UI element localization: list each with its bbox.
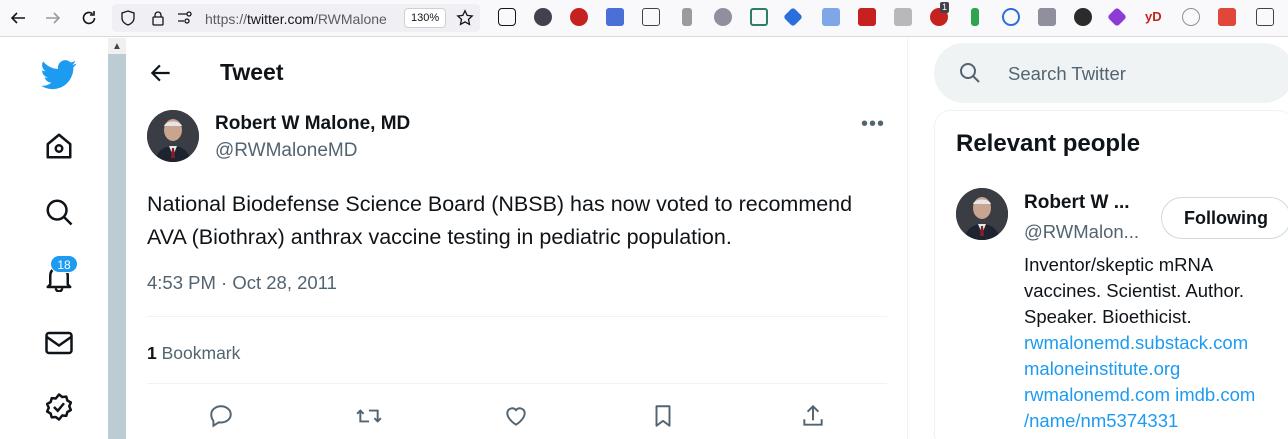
bookmark-count: 1 (147, 343, 157, 363)
play-icon[interactable] (714, 8, 732, 26)
extension-arrows-icon[interactable] (971, 8, 979, 26)
retweet-icon[interactable] (355, 402, 383, 430)
extension-dots-icon[interactable] (1074, 8, 1092, 26)
main-column: Tweet Robert W Malone, MD @RWMaloneMD ••… (126, 38, 908, 439)
scrollbar[interactable] (108, 38, 126, 439)
extension-pdf-icon[interactable] (858, 8, 876, 26)
extension-figure-icon[interactable] (682, 8, 692, 26)
more-options-icon[interactable]: ••• (861, 113, 885, 135)
extension-circle-icon[interactable] (1002, 8, 1020, 26)
relevant-people-panel: Relevant people Robert W ... @RWMalon...… (934, 110, 1288, 439)
author-name[interactable]: Robert W Malone, MD (215, 113, 410, 135)
search-box[interactable]: Search Twitter (934, 43, 1288, 103)
twitter-logo-icon[interactable] (40, 56, 78, 94)
search-icon (958, 61, 982, 85)
bio-line: Inventor/skeptic mRNA (1024, 254, 1214, 275)
ublock-icon[interactable]: 1 (930, 2, 950, 26)
bio-link[interactable]: rwmalonemd.substack.com (1024, 330, 1284, 356)
person-bio: Inventor/skeptic mRNA vaccines. Scientis… (1024, 252, 1284, 434)
panel-title: Relevant people (956, 130, 1141, 157)
bio-link[interactable]: maloneinstitute.org (1024, 356, 1284, 382)
permissions-icon[interactable] (176, 10, 194, 26)
screenshot-icon[interactable] (1218, 8, 1236, 26)
pocket-icon[interactable] (498, 8, 516, 26)
back-icon[interactable] (7, 7, 29, 29)
like-heart-icon[interactable] (502, 402, 530, 430)
left-navigation: 18 (0, 38, 108, 439)
extension-f-icon[interactable] (534, 8, 552, 26)
divider (147, 316, 887, 317)
person-name[interactable]: Robert W ... (1024, 192, 1130, 214)
divider (147, 383, 887, 384)
person-handle[interactable]: @RWMalon... (1024, 221, 1139, 243)
lock-icon[interactable] (150, 10, 166, 26)
back-arrow-icon[interactable] (148, 60, 174, 86)
bio-link[interactable]: rwmalonemd.com imdb.com (1024, 382, 1284, 408)
author-handle[interactable]: @RWMaloneMD (215, 140, 357, 162)
extension-yd-icon[interactable]: yD (1145, 9, 1162, 24)
bookmark-stats[interactable]: 1 Bookmark (147, 343, 240, 364)
tweet-text-line: AVA (Biothrax) anthrax vaccine testing i… (147, 225, 732, 249)
bio-line: Speaker. Bioethicist. (1024, 306, 1192, 327)
extension-edit-icon[interactable] (606, 8, 624, 26)
extension-diamond-icon[interactable] (783, 7, 803, 27)
extension-w-icon[interactable] (570, 8, 588, 26)
bookmark-icon[interactable] (649, 402, 677, 430)
tweet-text: National Biodefense Science Board (NBSB)… (147, 188, 887, 254)
reload-icon[interactable] (78, 7, 100, 29)
extension-grey-icon[interactable] (1038, 8, 1056, 26)
avatar[interactable] (956, 188, 1008, 240)
bio-link[interactable]: /name/nm5374331 (1024, 408, 1284, 434)
page-title: Tweet (220, 59, 284, 85)
extensions-puzzle-icon[interactable] (1256, 8, 1274, 26)
explore-search-icon[interactable] (42, 195, 76, 229)
bookmark-star-icon[interactable] (456, 9, 474, 27)
home-icon[interactable] (42, 129, 76, 163)
save-icon[interactable] (750, 8, 768, 26)
messages-mail-icon[interactable] (42, 326, 76, 360)
shield-icon[interactable] (120, 10, 136, 26)
share-icon[interactable] (799, 402, 827, 430)
notifications-count-badge: 18 (50, 255, 78, 273)
reply-icon[interactable] (207, 402, 235, 430)
extension-badge: 1 (940, 2, 950, 13)
avatar[interactable] (147, 110, 199, 162)
address-bar[interactable]: https://twitter.com/RWMalone 130% (112, 4, 480, 32)
bookmark-label: Bookmark (161, 343, 241, 363)
url-text[interactable]: https://twitter.com/RWMalone (205, 11, 405, 27)
tweet-text-line: National Biodefense Science Board (NBSB)… (147, 192, 853, 216)
browser-toolbar: https://twitter.com/RWMalone 130% 1 yD (0, 0, 1288, 37)
extension-h-icon[interactable] (894, 8, 912, 26)
scroll-up-arrow-icon[interactable]: ▲ (108, 38, 126, 54)
extension-cube-icon[interactable] (1107, 7, 1127, 27)
zoom-level[interactable]: 130% (404, 8, 447, 28)
archive-icon[interactable] (642, 8, 660, 26)
following-button[interactable]: Following (1161, 197, 1288, 239)
globe-icon[interactable] (1182, 8, 1200, 26)
bio-line: vaccines. Scientist. Author. (1024, 280, 1245, 301)
extension-translate-icon[interactable] (822, 8, 840, 26)
tweet-timestamp[interactable]: 4:53 PM · Oct 28, 2011 (147, 272, 337, 294)
search-input[interactable]: Search Twitter (1008, 63, 1126, 85)
forward-icon[interactable] (42, 7, 64, 29)
verified-icon[interactable] (42, 390, 76, 424)
